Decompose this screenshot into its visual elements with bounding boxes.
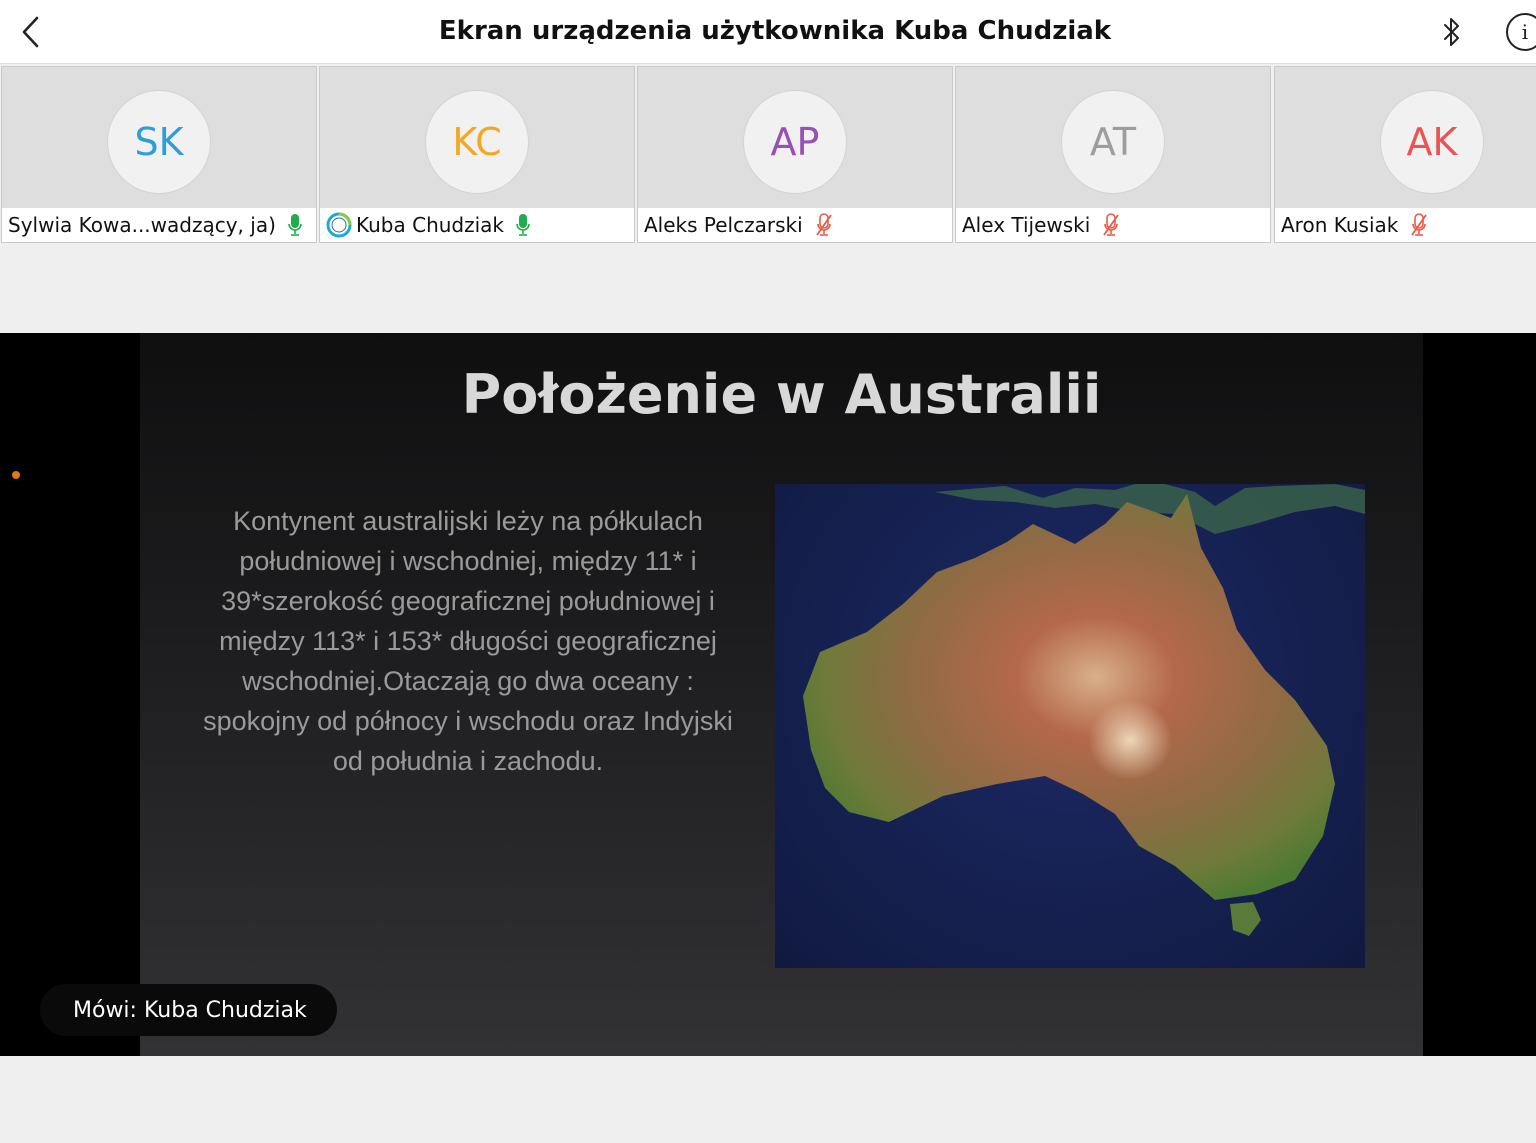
- avatar: AT: [1061, 90, 1165, 194]
- avatar-initials: SK: [134, 120, 184, 164]
- info-button[interactable]: i: [1506, 13, 1536, 51]
- active-speaker-badge: Mówi: Kuba Chudziak: [40, 984, 337, 1036]
- bluetooth-icon: [1444, 18, 1459, 46]
- screen-share-indicator-icon: [326, 212, 352, 238]
- avatar: SK: [107, 90, 211, 194]
- participant-name: Aleks Pelczarski: [644, 213, 803, 237]
- participant-tile[interactable]: AT Alex Tijewski: [955, 66, 1271, 243]
- participant-label: Sylwia Kowa...wadzący, ja): [2, 208, 316, 242]
- participant-name: Alex Tijewski: [962, 213, 1091, 237]
- shared-screen[interactable]: Położenie w Australii Kontynent australi…: [0, 333, 1536, 1056]
- avatar: KC: [425, 90, 529, 194]
- participant-label: Aleks Pelczarski: [638, 208, 952, 242]
- participant-name: Aron Kusiak: [1281, 213, 1399, 237]
- participant-name: Kuba Chudziak: [356, 213, 505, 237]
- participant-label: Aron Kusiak: [1275, 208, 1536, 242]
- participants-strip: SK Sylwia Kowa...wadzący, ja) KC Kuba Ch…: [0, 66, 1536, 244]
- microphone-icon: [516, 213, 530, 237]
- slide-title: Położenie w Australii: [461, 363, 1102, 426]
- microphone-muted-icon: [1410, 213, 1428, 237]
- australia-satellite-image: [775, 484, 1365, 968]
- back-button[interactable]: [10, 12, 50, 52]
- bluetooth-button[interactable]: [1432, 12, 1472, 52]
- participant-tile[interactable]: AK Aron Kusiak: [1274, 66, 1536, 243]
- participant-tile[interactable]: SK Sylwia Kowa...wadzący, ja): [1, 66, 317, 243]
- participant-label: Kuba Chudziak: [320, 208, 634, 242]
- avatar: AP: [743, 90, 847, 194]
- avatar: AK: [1380, 90, 1484, 194]
- avatar-initials: AK: [1406, 120, 1458, 164]
- participant-tile[interactable]: AP Aleks Pelczarski: [637, 66, 953, 243]
- slide-body-text: Kontynent australijski leży na półkulach…: [203, 506, 733, 776]
- participant-tile[interactable]: KC Kuba Chudziak: [319, 66, 635, 243]
- app-window: Ekran urządzenia użytkownika Kuba Chudzi…: [0, 0, 1536, 1143]
- avatar-initials: AP: [770, 120, 820, 164]
- microphone-muted-icon: [815, 213, 833, 237]
- microphone-icon: [288, 213, 302, 237]
- active-speaker-label: Mówi: Kuba Chudziak: [73, 997, 307, 1023]
- avatar-initials: AT: [1089, 120, 1137, 164]
- avatar-initials: KC: [452, 120, 502, 164]
- chevron-left-icon: [22, 16, 39, 48]
- participant-label: Alex Tijewski: [956, 208, 1270, 242]
- info-icon: i: [1506, 13, 1536, 51]
- participant-name: Sylwia Kowa...wadzący, ja): [8, 213, 276, 237]
- microphone-muted-icon: [1102, 213, 1120, 237]
- pointer-dot: [12, 471, 20, 479]
- top-bar: Ekran urządzenia użytkownika Kuba Chudzi…: [0, 0, 1536, 64]
- page-title: Ekran urządzenia użytkownika Kuba Chudzi…: [438, 16, 1112, 46]
- presentation-slide: Położenie w Australii Kontynent australi…: [140, 333, 1423, 1056]
